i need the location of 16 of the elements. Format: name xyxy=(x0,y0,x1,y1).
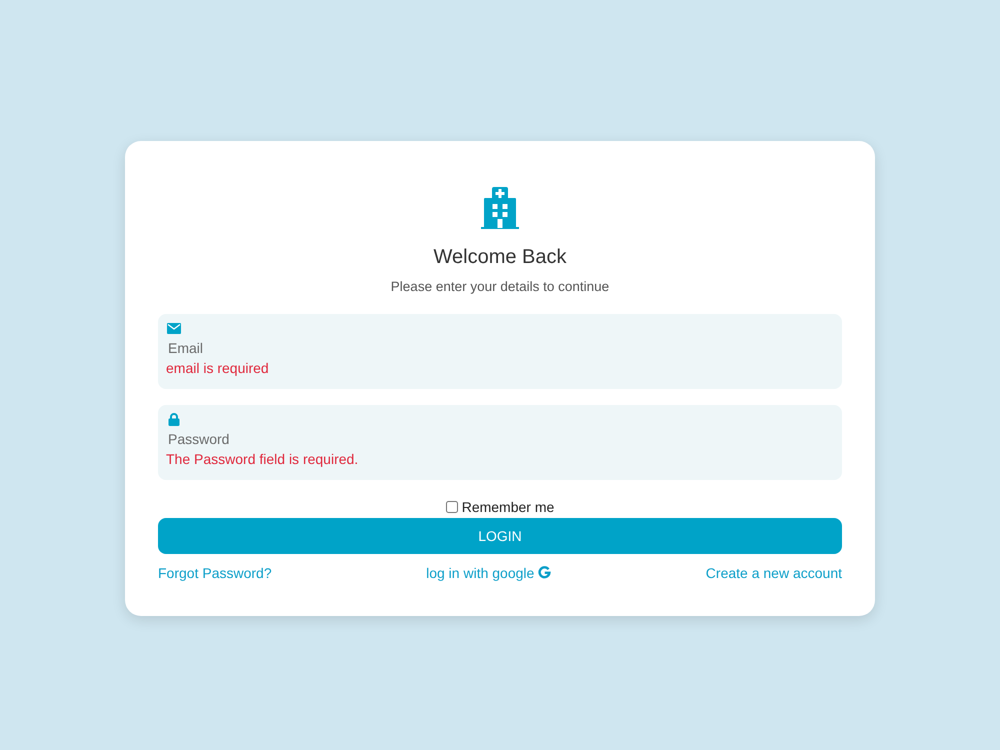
welcome-title: Welcome Back xyxy=(433,244,566,268)
envelope-icon xyxy=(167,322,181,334)
checkbox[interactable] xyxy=(446,500,458,512)
forgot-password-link[interactable]: Forgot Password? xyxy=(158,564,272,582)
hospital-building-icon xyxy=(481,186,519,228)
remember-me-label: Remember me xyxy=(462,498,554,514)
error-message: email is required xyxy=(166,358,269,376)
login-button[interactable]: LOGIN xyxy=(158,518,842,554)
create-account-link[interactable]: Create a new account xyxy=(706,564,842,582)
input-field[interactable]: Password xyxy=(166,430,830,448)
lock-icon xyxy=(168,412,180,426)
g-logo-icon xyxy=(538,566,552,579)
google-login-link[interactable]: log in with google xyxy=(426,564,552,582)
error-message: The Password field is required. xyxy=(166,450,358,468)
subtitle-text: Please enter your details to continue xyxy=(390,278,610,294)
input-field[interactable]: Email xyxy=(166,338,830,356)
